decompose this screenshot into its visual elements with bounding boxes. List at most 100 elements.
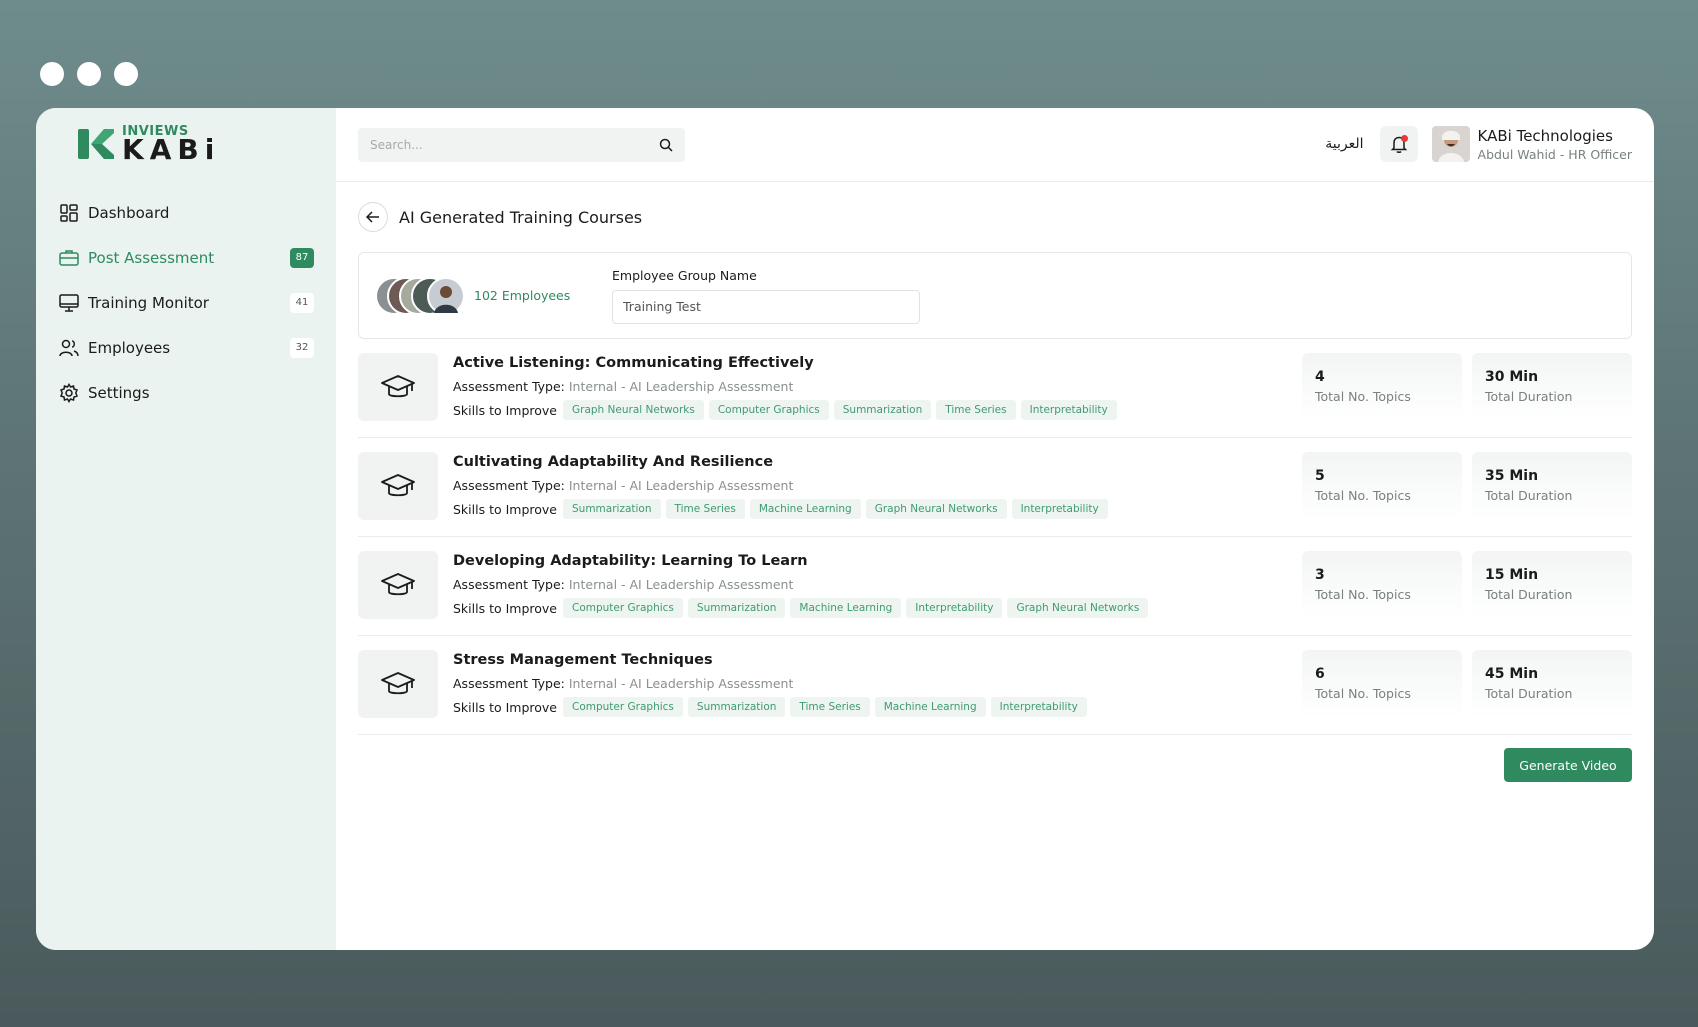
language-toggle[interactable]: العربية (1325, 136, 1363, 152)
skill-chip: Summarization (687, 697, 786, 717)
arrow-left-icon (366, 211, 379, 223)
user-role: Abdul Wahid - HR Officer (1477, 146, 1632, 162)
window-controls (40, 62, 138, 86)
sidebar-item-training-monitor[interactable]: Training Monitor 41 (58, 280, 314, 325)
count-badge: 41 (290, 292, 314, 313)
skill-chip: Computer Graphics (708, 400, 829, 420)
topics-value: 6 (1315, 666, 1325, 682)
sidebar-item-label: Post Assessment (88, 248, 215, 267)
skill-chip: Computer Graphics (563, 598, 683, 618)
app-window: INVIEWS KABi Dashboard Post Assessment 8… (36, 108, 1654, 950)
topics-value: 5 (1315, 468, 1325, 484)
avatar (427, 276, 465, 315)
logo: INVIEWS KABi (78, 124, 314, 164)
assessment-type: Assessment Type: Internal - AI Leadershi… (453, 676, 1092, 691)
topics-label: Total No. Topics (1315, 389, 1411, 404)
duration-value: 15 Min (1485, 567, 1539, 583)
sidebar-item-label: Employees (88, 338, 171, 357)
course-list: Active Listening: Communicating Effectiv… (358, 353, 1632, 735)
group-name-input[interactable] (612, 289, 920, 324)
duration-label: Total Duration (1485, 686, 1573, 701)
generate-video-button[interactable]: Generate Video (1504, 748, 1632, 782)
users-icon (58, 337, 80, 359)
course-title[interactable]: Stress Management Techniques (453, 652, 1092, 668)
briefcase-icon (58, 247, 80, 269)
assessment-type: Assessment Type: Internal - AI Leadershi… (453, 478, 1113, 493)
topics-stat: 4 Total No. Topics (1302, 353, 1462, 421)
course-thumbnail (358, 353, 438, 421)
employee-count-link[interactable]: 102 Employees (474, 288, 612, 303)
duration-label: Total Duration (1485, 488, 1573, 503)
assessment-type-label: Assessment Type: (453, 577, 565, 592)
skill-chip: Machine Learning (749, 499, 861, 519)
sidebar-item-settings[interactable]: Settings (58, 370, 314, 415)
duration-value: 35 Min (1485, 468, 1539, 484)
sidebar-item-post-assessment[interactable]: Post Assessment 87 (58, 235, 314, 280)
skill-chip: Interpretability (906, 598, 1003, 618)
count-badge: 32 (290, 337, 314, 358)
assessment-type: Assessment Type: Internal - AI Leadershi… (453, 577, 1153, 592)
skill-chip: Time Series (790, 697, 870, 717)
skill-chip: Summarization (563, 499, 661, 519)
assessment-type-label: Assessment Type: (453, 676, 565, 691)
assessment-type-value: Internal - AI Leadership Assessment (568, 478, 794, 493)
skills-list: Skills to Improve Graph Neural Networks … (453, 400, 1122, 420)
company-name: KABi Technologies (1477, 126, 1613, 145)
group-name-label: Employee Group Name (612, 267, 757, 283)
employee-group-card: 102 Employees Employee Group Name (358, 252, 1632, 339)
window-dot-close[interactable] (40, 62, 64, 86)
gear-icon (58, 382, 80, 404)
back-button[interactable] (358, 202, 388, 232)
assessment-type-value: Internal - AI Leadership Assessment (568, 577, 794, 592)
skills-list: Skills to Improve Computer Graphics Summ… (453, 697, 1092, 717)
skill-chip: Graph Neural Networks (1007, 598, 1149, 618)
skills-list: Skills to Improve Computer Graphics Summ… (453, 598, 1153, 618)
topics-stat: 6 Total No. Topics (1302, 650, 1462, 718)
skill-chip: Machine Learning (790, 598, 902, 618)
skills-label: Skills to Improve (453, 600, 557, 616)
search-box (358, 127, 685, 162)
course-title[interactable]: Active Listening: Communicating Effectiv… (453, 355, 1122, 371)
duration-value: 30 Min (1485, 369, 1539, 385)
topics-value: 4 (1315, 369, 1325, 385)
monitor-icon (58, 292, 80, 314)
skills-list: Skills to Improve Summarization Time Ser… (453, 499, 1113, 519)
sidebar-item-dashboard[interactable]: Dashboard (58, 190, 314, 235)
employee-avatar-stack[interactable] (375, 276, 472, 316)
main-content: العربية KABi (336, 108, 1654, 950)
topics-label: Total No. Topics (1315, 686, 1411, 701)
logo-mark-icon (78, 129, 114, 159)
course-title[interactable]: Developing Adaptability: Learning To Lea… (453, 553, 1153, 569)
duration-value: 45 Min (1485, 666, 1539, 682)
count-badge: 87 (290, 247, 314, 268)
sidebar-item-label: Dashboard (88, 203, 170, 222)
search-icon[interactable] (659, 138, 673, 152)
skill-chip: Time Series (936, 400, 1016, 420)
course-title[interactable]: Cultivating Adaptability And Resilience (453, 454, 1113, 470)
skill-chip: Interpretability (1011, 499, 1108, 519)
duration-stat: 15 Min Total Duration (1472, 551, 1632, 619)
sidebar: INVIEWS KABi Dashboard Post Assessment 8… (36, 108, 336, 950)
avatar[interactable] (1431, 126, 1470, 162)
course-row[interactable]: Stress Management Techniques Assessment … (358, 650, 1632, 735)
skill-chip: Graph Neural Networks (865, 499, 1007, 519)
assessment-type-value: Internal - AI Leadership Assessment (568, 676, 794, 691)
logo-big-text: KABi (122, 132, 221, 166)
sidebar-item-employees[interactable]: Employees 32 (58, 325, 314, 370)
duration-stat: 30 Min Total Duration (1472, 353, 1632, 421)
skill-chip: Summarization (833, 400, 932, 420)
assessment-type-value: Internal - AI Leadership Assessment (568, 379, 794, 394)
window-dot-minimize[interactable] (77, 62, 101, 86)
topics-stat: 3 Total No. Topics (1302, 551, 1462, 619)
search-input[interactable] (370, 137, 630, 152)
skill-chip: Graph Neural Networks (563, 400, 704, 420)
topics-value: 3 (1315, 567, 1325, 583)
duration-stat: 45 Min Total Duration (1472, 650, 1632, 718)
top-bar: العربية KABi (336, 108, 1654, 182)
course-row[interactable]: Active Listening: Communicating Effectiv… (358, 353, 1632, 438)
course-row[interactable]: Developing Adaptability: Learning To Lea… (358, 551, 1632, 636)
duration-label: Total Duration (1485, 389, 1573, 404)
notifications-button[interactable] (1379, 126, 1418, 162)
course-row[interactable]: Cultivating Adaptability And Resilience … (358, 452, 1632, 537)
window-dot-maximize[interactable] (114, 62, 138, 86)
